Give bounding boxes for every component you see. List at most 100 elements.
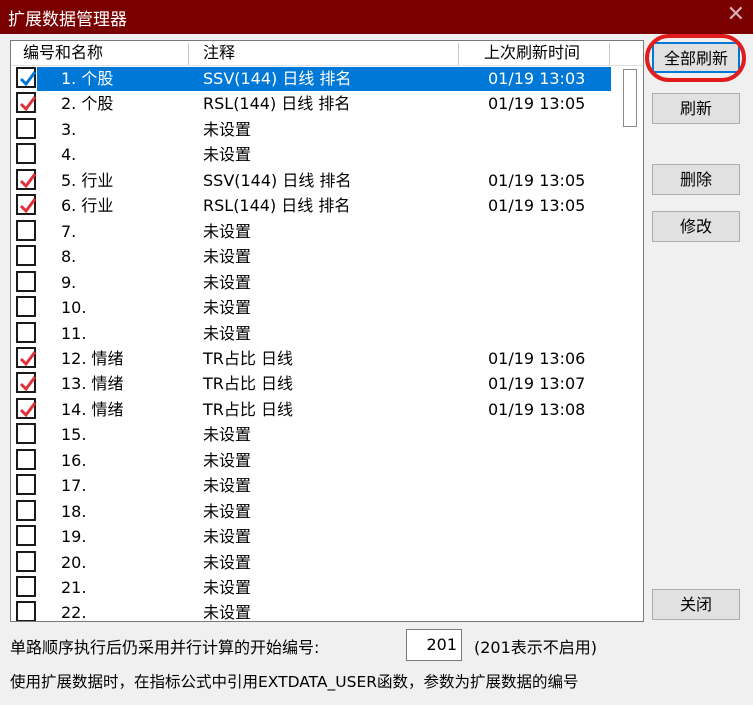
cell-name: 18. [61,501,87,521]
list-item[interactable]: 9. 未设置 [11,270,611,296]
cell-note: RSL(144) 日线 排名 [203,196,351,216]
row-checkbox[interactable] [16,92,37,114]
row-checkbox[interactable] [16,346,37,368]
row-checkbox[interactable] [16,550,36,572]
cell-time: 01/19 13:08 [488,399,586,419]
cell-name: 11. [61,323,87,343]
row-checkbox[interactable] [16,321,36,343]
list-item[interactable]: 22. 未设置 [11,600,611,621]
row-checkbox[interactable] [16,448,36,470]
list-item[interactable]: 6. 行业 RSL(144) 日线 排名 01/19 13:05 [11,193,611,219]
cell-note: 未设置 [203,501,252,521]
row-checkbox[interactable] [16,194,37,216]
list-item[interactable]: 11. 未设置 [11,321,611,347]
cell-name: 14. 情绪 [61,399,124,419]
start-number-input[interactable]: 201 [406,629,462,661]
row-checkbox[interactable] [16,245,36,267]
modify-button[interactable]: 修改 [652,211,740,242]
list-item[interactable]: 18. 未设置 [11,499,611,525]
list-item[interactable]: 4. 未设置 [11,142,611,168]
start-number-hint: (201表示不启用) [474,638,598,657]
cell-name: 4. [61,145,77,165]
list-item[interactable]: 20. 未设置 [11,550,611,576]
cell-name: 3. [61,119,77,139]
cell-name: 10. [61,298,87,318]
extdata-list[interactable]: 编号和名称 注释 上次刷新时间 1. 个股 SSV(144) 日线 排名 01/19… [10,40,644,622]
cell-name: 12. 情绪 [61,348,124,368]
list-item[interactable]: 15. 未设置 [11,422,611,448]
cell-name: 1. 个股 [61,69,114,88]
refresh-button[interactable]: 刷新 [652,93,740,124]
column-separator[interactable] [609,43,610,65]
row-checkbox[interactable] [16,576,36,597]
list-item[interactable]: 5. 行业 SSV(144) 日线 排名 01/19 13:05 [11,168,611,194]
cell-note: 未设置 [203,476,252,496]
cell-name: 20. [61,552,87,572]
check-icon [19,376,37,392]
list-item[interactable]: 10. 未设置 [11,295,611,321]
row-checkbox[interactable] [16,219,36,241]
cell-note: TR占比 日线 [203,348,293,368]
list-item[interactable]: 8. 未设置 [11,244,611,270]
check-icon [19,198,37,214]
row-checkbox[interactable] [16,474,36,496]
refresh-all-button[interactable]: 全部刷新 [652,42,740,73]
column-separator[interactable] [458,43,459,65]
cell-time: 01/19 13:05 [488,196,586,216]
close-button[interactable]: 关闭 [652,589,740,620]
vertical-scrollbar[interactable] [619,66,641,620]
check-icon [19,71,37,87]
cell-note: 未设置 [203,552,252,572]
check-icon [19,401,37,418]
column-header-name[interactable]: 编号和名称 [23,44,103,64]
cell-name: 16. [61,450,87,470]
cell-name: 6. 行业 [61,196,114,216]
column-header-note[interactable]: 注释 [203,44,235,64]
row-checkbox[interactable] [16,296,36,318]
cell-name: 15. [61,425,87,445]
row-checkbox[interactable] [16,499,36,521]
cell-time: 01/19 13:05 [488,94,586,114]
list-item[interactable]: 17. 未设置 [11,473,611,499]
row-checkbox[interactable] [16,117,36,139]
list-item[interactable]: 21. 未设置 [11,575,611,601]
cell-name: 19. [61,527,87,547]
list-item[interactable]: 16. 未设置 [11,448,611,474]
start-number-label: 单路顺序执行后仍采用并行计算的开始编号: [10,638,320,657]
list-item[interactable]: 14. 情绪 TR占比 日线 01/19 13:08 [11,397,611,423]
delete-button[interactable]: 删除 [652,164,740,195]
cell-note: 未设置 [203,578,252,597]
row-checkbox[interactable] [16,143,36,165]
cell-name: 8. [61,247,77,267]
row-checkbox[interactable] [16,168,37,190]
column-header-time[interactable]: 上次刷新时间 [484,44,580,64]
cell-note: SSV(144) 日线 排名 [203,170,352,190]
cell-note: 未设置 [203,272,252,292]
row-checkbox[interactable] [16,601,36,621]
cell-note: 未设置 [203,221,252,241]
scrollbar-thumb[interactable] [623,69,637,127]
row-checkbox[interactable] [16,372,37,394]
column-separator[interactable] [188,43,189,65]
list-header: 编号和名称 注释 上次刷新时间 [11,41,643,66]
list-item[interactable]: 2. 个股 RSL(144) 日线 排名 01/19 13:05 [11,91,611,117]
list-item[interactable]: 12. 情绪 TR占比 日线 01/19 13:06 [11,346,611,372]
cell-note: 未设置 [203,119,252,139]
row-checkbox[interactable] [16,270,36,292]
close-icon[interactable]: ✕ [727,2,745,27]
list-item[interactable]: 1. 个股 SSV(144) 日线 排名 01/19 13:03 [11,66,611,92]
cell-name: 9. [61,272,77,292]
title-bar: 扩展数据管理器 ✕ [0,0,753,34]
list-item[interactable]: 7. 未设置 [11,219,611,245]
cell-note: SSV(144) 日线 排名 [203,69,352,88]
row-checkbox[interactable] [16,525,36,547]
usage-note: 使用扩展数据时，在指标公式中引用EXTDATA_USER函数，参数为扩展数据的编… [10,673,579,691]
list-item[interactable]: 3. 未设置 [11,117,611,143]
cell-note: TR占比 日线 [203,399,293,419]
list-item[interactable]: 13. 情绪 TR占比 日线 01/19 13:07 [11,371,611,397]
row-checkbox[interactable] [16,397,37,419]
row-checkbox[interactable] [16,423,36,445]
list-item[interactable]: 19. 未设置 [11,524,611,550]
row-checkbox[interactable] [16,67,37,88]
cell-note: 未设置 [203,298,252,318]
